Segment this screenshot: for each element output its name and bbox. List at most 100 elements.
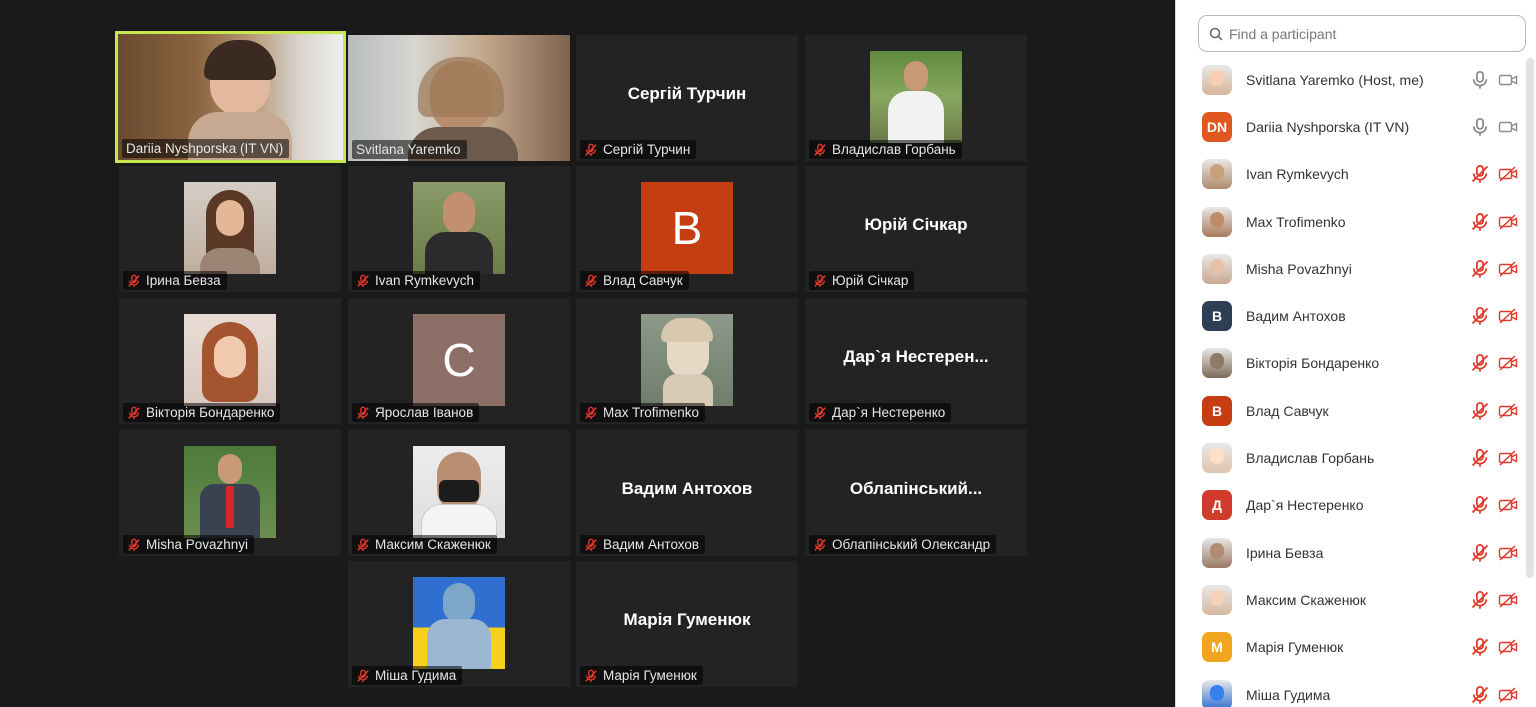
mic-muted-icon	[814, 143, 826, 156]
camera-icon[interactable]	[1498, 117, 1518, 137]
video-tile[interactable]: Юрій Січкар Юрій Січкар	[805, 166, 1027, 292]
participant-photo	[641, 314, 733, 406]
video-tile[interactable]: Дар`я Нестерен... Дар`я Нестеренко	[805, 298, 1027, 424]
participant-row[interactable]: B Вадим Антохов	[1176, 292, 1522, 339]
participant-display-name: Вадим Антохов	[621, 479, 753, 498]
participant-row[interactable]: Міша Гудима	[1176, 671, 1522, 707]
camera-icon[interactable]	[1498, 70, 1518, 90]
video-tile[interactable]: Svitlana Yaremko	[348, 35, 570, 161]
participant-name: Владислав Горбань	[1246, 450, 1375, 467]
video-tile[interactable]: Міша Гудима	[348, 561, 570, 687]
video-tile[interactable]: C Ярослав Іванов	[348, 298, 570, 424]
mic-muted-icon[interactable]	[1470, 212, 1490, 232]
participant-name: Дар`я Нестеренко	[832, 405, 946, 420]
camera-off-icon[interactable]	[1498, 685, 1518, 705]
video-gallery: Dariia Nyshporska (IT VN) Svitlana Yarem…	[0, 0, 1175, 707]
participant-row[interactable]: Вікторія Бондаренко	[1176, 340, 1522, 387]
video-tile[interactable]: Ірина Бевза	[119, 166, 341, 292]
mic-muted-icon	[585, 538, 597, 551]
participant-row[interactable]: Ivan Rymkevych	[1176, 151, 1522, 198]
participant-row[interactable]: Владислав Горбань	[1176, 434, 1522, 481]
video-tile[interactable]: Облапінський... Облапінський Олександр	[805, 430, 1027, 556]
participant-row[interactable]: Д Дар`я Нестеренко	[1176, 482, 1522, 529]
mic-muted-icon	[128, 406, 140, 419]
participant-row[interactable]: Misha Povazhnyi	[1176, 245, 1522, 292]
participant-name: Ярослав Іванов	[375, 405, 474, 420]
participant-row[interactable]: M Марія Гуменюк	[1176, 624, 1522, 671]
mic-muted-icon[interactable]	[1470, 353, 1490, 373]
camera-off-icon[interactable]	[1498, 495, 1518, 515]
mic-muted-icon[interactable]	[1470, 259, 1490, 279]
camera-off-icon[interactable]	[1498, 543, 1518, 563]
participant-name: Вадим Антохов	[1246, 308, 1346, 325]
avatar-letter: C	[442, 334, 476, 386]
participant-row[interactable]: Ірина Бевза	[1176, 529, 1522, 576]
mic-muted-icon[interactable]	[1470, 448, 1490, 468]
participant-list-scrollbar[interactable]	[1526, 58, 1534, 578]
participant-photo	[184, 314, 276, 406]
participant-name: Міша Гудима	[375, 668, 457, 683]
camera-off-icon[interactable]	[1498, 353, 1518, 373]
participant-photo	[184, 182, 276, 274]
camera-off-icon[interactable]	[1498, 259, 1518, 279]
participant-display-name: Марія Гуменюк	[623, 610, 751, 629]
mic-muted-icon[interactable]	[1470, 401, 1490, 421]
participant-row[interactable]: Максим Скаженюк	[1176, 576, 1522, 623]
video-tile[interactable]: B Влад Савчук	[576, 166, 798, 292]
participant-name: Dariia Nyshporska (IT VN)	[1246, 118, 1410, 135]
video-tile[interactable]: Dariia Nyshporska (IT VN)	[115, 31, 346, 163]
participant-name-tag: Svitlana Yaremko	[352, 140, 467, 159]
mic-muted-icon	[814, 538, 826, 551]
participant-avatar-photo	[1202, 253, 1232, 284]
camera-off-icon[interactable]	[1498, 306, 1518, 326]
camera-off-icon[interactable]	[1498, 401, 1518, 421]
participant-name: Дар`я Нестеренко	[1246, 497, 1364, 514]
mic-muted-icon[interactable]	[1470, 637, 1490, 657]
participant-photo	[413, 446, 505, 538]
camera-off-icon[interactable]	[1498, 448, 1518, 468]
participant-name: Ірина Бевза	[146, 273, 221, 288]
participant-name: Влад Савчук	[1246, 402, 1329, 419]
video-tile[interactable]: Максим Скаженюк	[348, 430, 570, 556]
camera-off-icon[interactable]	[1498, 212, 1518, 232]
participant-row[interactable]: B Влад Савчук	[1176, 387, 1522, 434]
participant-row[interactable]: Max Trofimenko	[1176, 198, 1522, 245]
mic-muted-icon[interactable]	[1470, 685, 1490, 705]
mic-icon[interactable]	[1470, 117, 1490, 137]
participant-name-tag: Вадим Антохов	[580, 535, 706, 554]
participant-name: Ivan Rymkevych	[1246, 166, 1349, 183]
participant-row[interactable]: Svitlana Yaremko (Host, me)	[1176, 56, 1522, 103]
participant-avatar-photo	[1202, 443, 1232, 474]
participant-display-name: Облапінський...	[849, 479, 983, 498]
participant-name: Марія Гуменюк	[1246, 639, 1344, 656]
participant-display-name: Сергій Турчин	[627, 84, 747, 103]
video-tile[interactable]: Сергій Турчин Сергій Турчин	[576, 35, 798, 161]
camera-off-icon[interactable]	[1498, 164, 1518, 184]
mic-muted-icon[interactable]	[1470, 495, 1490, 515]
video-tile[interactable]: Misha Povazhnyi	[119, 430, 341, 556]
participant-name: Dariia Nyshporska (IT VN)	[126, 141, 284, 156]
video-tile[interactable]: Ivan Rymkevych	[348, 166, 570, 292]
participant-name-tag: Сергій Турчин	[580, 140, 697, 159]
avatar-face	[1210, 258, 1224, 275]
video-tile[interactable]: Max Trofimenko	[576, 298, 798, 424]
participant-row[interactable]: DN Dariia Nyshporska (IT VN)	[1176, 103, 1522, 150]
mic-icon[interactable]	[1470, 70, 1490, 90]
mic-muted-icon	[585, 669, 597, 682]
video-tile[interactable]: Владислав Горбань	[805, 35, 1027, 161]
participant-name-tag: Марія Гуменюк	[580, 666, 703, 685]
mic-muted-icon	[585, 274, 597, 287]
camera-off-icon[interactable]	[1498, 590, 1518, 610]
mic-muted-icon	[128, 274, 140, 287]
mic-muted-icon[interactable]	[1470, 590, 1490, 610]
participant-name: Владислав Горбань	[832, 142, 956, 157]
mic-muted-icon[interactable]	[1470, 306, 1490, 326]
mic-muted-icon[interactable]	[1470, 164, 1490, 184]
video-tile[interactable]: Марія Гуменюк Марія Гуменюк	[576, 561, 798, 687]
video-tile[interactable]: Вікторія Бондаренко	[119, 298, 341, 424]
video-tile[interactable]: Вадим Антохов Вадим Антохов	[576, 430, 798, 556]
mic-muted-icon[interactable]	[1470, 543, 1490, 563]
camera-off-icon[interactable]	[1498, 637, 1518, 657]
search-icon	[1209, 27, 1223, 41]
participant-search-input[interactable]: Find a participant	[1198, 15, 1526, 52]
